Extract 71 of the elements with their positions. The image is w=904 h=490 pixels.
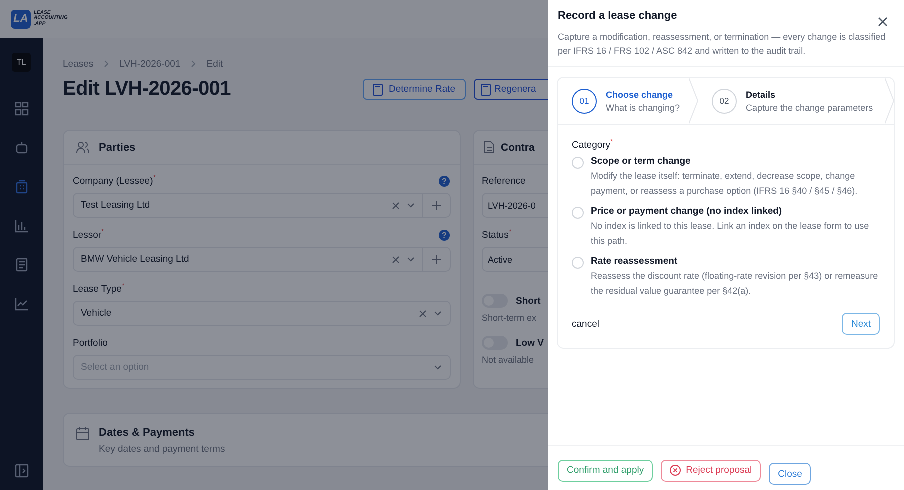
card-title: Parties xyxy=(99,142,136,154)
help-icon[interactable]: ? xyxy=(439,230,450,240)
chevron-icon xyxy=(190,60,197,68)
chevron-down-icon[interactable] xyxy=(434,364,442,370)
document-icon xyxy=(14,258,28,272)
wizard-step[interactable]: 01 Choose change What is changing? xyxy=(558,78,698,124)
panel-title: Record a lease change xyxy=(558,10,678,22)
page-title: Edit LVH-2026-001 xyxy=(63,78,232,101)
calculator-icon xyxy=(480,84,491,96)
reject-button[interactable]: Reject proposal xyxy=(661,460,762,482)
chevron-down-icon[interactable] xyxy=(407,202,415,208)
select-field[interactable]: BMW Vehicle Leasing Ltd xyxy=(73,247,451,272)
building-icon xyxy=(14,180,28,194)
help-icon[interactable]: ? xyxy=(439,176,450,186)
option-description: Reassess the discount rate (floating-rate revision per §43) or remeasure the residual value guarantee per §42(a). xyxy=(591,270,880,298)
card-title: Dates & Payments xyxy=(99,427,196,439)
select-field[interactable]: Test Leasing Ltd xyxy=(73,193,451,218)
option-description: Modify the lease itself: terminate, extend, decrease scope, change payment, or reassess a purchase option (IFRS 16 §40 / §45 / §46). xyxy=(591,170,859,198)
radio-button[interactable] xyxy=(572,207,584,220)
close-button[interactable]: Close xyxy=(769,463,812,485)
calculator-icon xyxy=(373,84,383,96)
field-label: Company (Lessee)$^{*}$ xyxy=(73,174,156,188)
field-label: Category$^{*}$ xyxy=(572,139,614,152)
chevron-down-icon[interactable] xyxy=(434,310,442,316)
select-field[interactable]: Vehicle xyxy=(73,301,451,326)
robot-icon xyxy=(14,140,28,154)
users-icon xyxy=(76,141,90,154)
document-icon xyxy=(484,141,495,154)
toggle-label: Low V xyxy=(516,338,544,348)
clear-icon[interactable] xyxy=(392,202,400,210)
chevron-icon xyxy=(104,60,110,68)
option-description: No index is linked to this lease. Link an index on the lease form to use this path. xyxy=(591,220,870,248)
option-title: Scope or term change xyxy=(591,156,692,168)
grid-icon xyxy=(14,102,28,116)
card-title: Contra xyxy=(501,142,535,154)
field-label: Lease Type$^{*}$ xyxy=(73,282,125,296)
breadcrumb-link[interactable]: Leases xyxy=(63,58,94,70)
chevron-down-icon[interactable] xyxy=(407,256,415,262)
action-button[interactable]: Determine Rate xyxy=(363,79,466,100)
confirm-button[interactable]: Confirm and apply xyxy=(558,460,654,482)
user-avatar[interactable]: TL xyxy=(12,53,31,72)
calendar-icon xyxy=(76,427,90,441)
field-label: Portfolio xyxy=(73,338,108,348)
panel-description: Capture a modification, reassessment, or termination — every change is classified per IFRS 16 / FRS 102 / ASC 842 and written to the audit trail. xyxy=(558,31,887,58)
line-chart-icon xyxy=(14,296,28,310)
action-button[interactable]: Regenera xyxy=(474,79,548,100)
clear-icon[interactable] xyxy=(419,310,427,318)
next-button[interactable]: Next xyxy=(842,313,880,336)
wizard-step[interactable]: 02 Details Capture the change parameters xyxy=(698,78,894,124)
sidebar-toggle-icon[interactable] xyxy=(14,464,28,478)
close-icon[interactable] xyxy=(878,17,888,27)
breadcrumb-link[interactable]: Edit xyxy=(206,58,224,70)
x-circle-icon xyxy=(670,465,682,476)
field-label: Lessor$^{*}$ xyxy=(73,228,104,242)
radio-button[interactable] xyxy=(572,257,584,270)
cancel-link[interactable]: cancel xyxy=(572,318,600,330)
bar-chart-icon xyxy=(14,218,28,232)
input-field[interactable]: Active xyxy=(482,247,548,272)
radio-button[interactable] xyxy=(572,157,584,170)
toggle-label: Short xyxy=(516,296,541,306)
field-label: Reference xyxy=(482,176,526,186)
option-title: Price or payment change (no index linked) xyxy=(591,206,784,218)
card-subtitle: Key dates and payment terms xyxy=(99,444,226,455)
field-label: Status$^{*}$ xyxy=(482,228,512,242)
toggle-hint: Not available xyxy=(482,355,536,365)
toggle-hint: Short-term ex xyxy=(482,313,538,323)
breadcrumb-link[interactable]: LVH-2026-001 xyxy=(120,58,181,70)
option-title: Rate reassessment xyxy=(591,256,679,268)
logo-mark: LA xyxy=(11,10,31,28)
clear-icon[interactable] xyxy=(392,256,400,264)
input-field[interactable]: LVH-2026-0 xyxy=(482,193,548,218)
